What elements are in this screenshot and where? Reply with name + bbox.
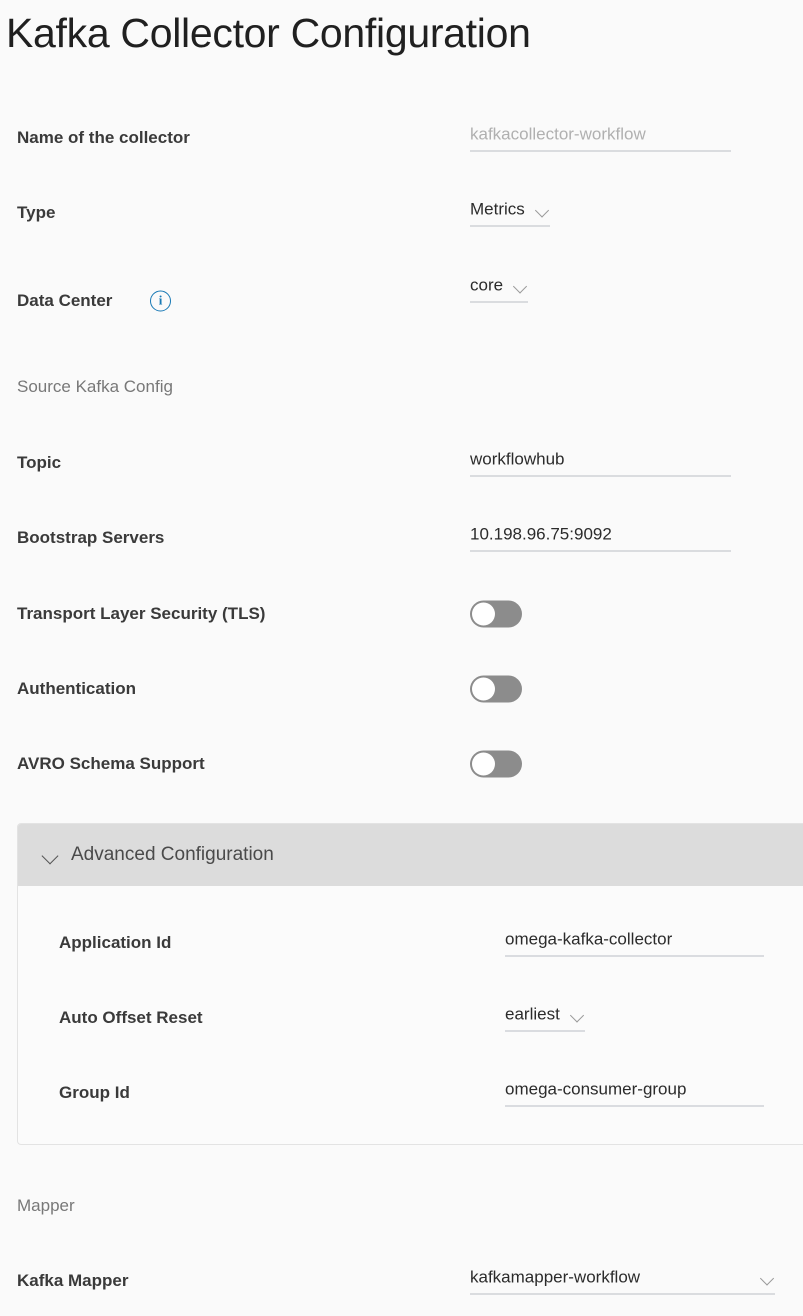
auto-offset-reset-underline: earliest (505, 1005, 585, 1032)
tls-toggle[interactable] (470, 600, 522, 628)
form-row-topic: Topic workflowhub (0, 437, 803, 489)
toggle-knob (472, 602, 495, 626)
application-id-value: omega-kafka-collector (505, 929, 673, 949)
data-center-value: core (470, 275, 504, 295)
application-id-input[interactable]: omega-kafka-collector (505, 930, 764, 957)
group-id-label: Group Id (59, 1083, 130, 1102)
type-label: Type (17, 203, 56, 222)
type-select[interactable]: Metrics (470, 200, 550, 227)
form-row-type: Type Metrics (0, 187, 803, 239)
topic-underline: workflowhub (470, 450, 731, 477)
collector-name-input[interactable]: kafkacollector-workflow (470, 125, 731, 152)
application-id-label: Application Id (59, 933, 172, 952)
group-id-value: omega-consumer-group (505, 1079, 687, 1099)
form-row-group-id: Group Id omega-consumer-group (18, 1067, 803, 1119)
topic-value: workflowhub (470, 449, 565, 469)
group-id-underline: omega-consumer-group (505, 1080, 764, 1107)
auto-offset-reset-select[interactable]: earliest (505, 1005, 585, 1032)
kafka-mapper-value: kafkamapper-workflow (470, 1267, 641, 1287)
form-row-authentication: Authentication (0, 663, 803, 715)
data-center-select[interactable]: core (470, 275, 529, 303)
advanced-configuration-panel: Advanced Configuration Application Id om… (17, 823, 803, 1145)
avro-label: AVRO Schema Support (17, 754, 205, 773)
kafka-mapper-select[interactable]: kafkamapper-workflow (470, 1268, 775, 1295)
info-icon[interactable]: i (150, 290, 171, 312)
bootstrap-servers-underline: 10.198.96.75:9092 (470, 525, 731, 552)
authentication-toggle[interactable] (470, 675, 522, 703)
form-row-collector-name: Name of the collector kafkacollector-wor… (0, 112, 803, 164)
chevron-down-icon (42, 850, 60, 861)
group-id-input[interactable]: omega-consumer-group (505, 1080, 764, 1107)
auto-offset-reset-value: earliest (505, 1004, 560, 1024)
avro-toggle[interactable] (470, 750, 522, 778)
form-row-tls: Transport Layer Security (TLS) (0, 588, 803, 640)
authentication-label: Authentication (17, 679, 136, 698)
advanced-configuration-header[interactable]: Advanced Configuration (18, 824, 803, 886)
chevron-down-icon (760, 1273, 775, 1282)
type-value: Metrics (470, 199, 525, 219)
topic-input[interactable]: workflowhub (470, 450, 731, 477)
kafka-collector-configuration-page: Kafka Collector Configuration Name of th… (0, 0, 803, 1316)
chevron-down-icon (535, 205, 550, 214)
collector-name-value: kafkacollector-workflow (470, 124, 646, 144)
advanced-configuration-title: Advanced Configuration (71, 844, 274, 865)
toggle-knob (472, 752, 495, 776)
data-center-underline: core (470, 275, 529, 303)
section-header-source-kafka-config: Source Kafka Config (17, 377, 173, 396)
page-title: Kafka Collector Configuration (6, 10, 531, 56)
type-underline: Metrics (470, 200, 550, 227)
bootstrap-servers-label: Bootstrap Servers (17, 528, 165, 547)
application-id-underline: omega-kafka-collector (505, 930, 764, 957)
form-row-data-center: Data Center i core (0, 275, 803, 327)
section-header-mapper: Mapper (17, 1196, 75, 1215)
topic-label: Topic (17, 453, 62, 472)
collector-name-label: Name of the collector (17, 128, 190, 147)
bootstrap-servers-input[interactable]: 10.198.96.75:9092 (470, 525, 731, 552)
collector-name-underline: kafkacollector-workflow (470, 125, 731, 152)
form-row-application-id: Application Id omega-kafka-collector (18, 917, 803, 969)
kafka-mapper-underline: kafkamapper-workflow (470, 1268, 775, 1295)
data-center-label: Data Center (17, 291, 113, 310)
chevron-down-icon (513, 281, 528, 290)
tls-label: Transport Layer Security (TLS) (17, 604, 266, 623)
bootstrap-servers-value: 10.198.96.75:9092 (470, 524, 612, 544)
chevron-down-icon (570, 1010, 585, 1019)
form-row-auto-offset-reset: Auto Offset Reset earliest (18, 992, 803, 1044)
form-row-avro-schema-support: AVRO Schema Support (0, 738, 803, 790)
auto-offset-reset-label: Auto Offset Reset (59, 1008, 203, 1027)
kafka-mapper-label: Kafka Mapper (17, 1271, 129, 1290)
form-row-bootstrap-servers: Bootstrap Servers 10.198.96.75:9092 (0, 512, 803, 564)
toggle-knob (472, 677, 495, 701)
form-row-kafka-mapper: Kafka Mapper kafkamapper-workflow (0, 1255, 803, 1307)
